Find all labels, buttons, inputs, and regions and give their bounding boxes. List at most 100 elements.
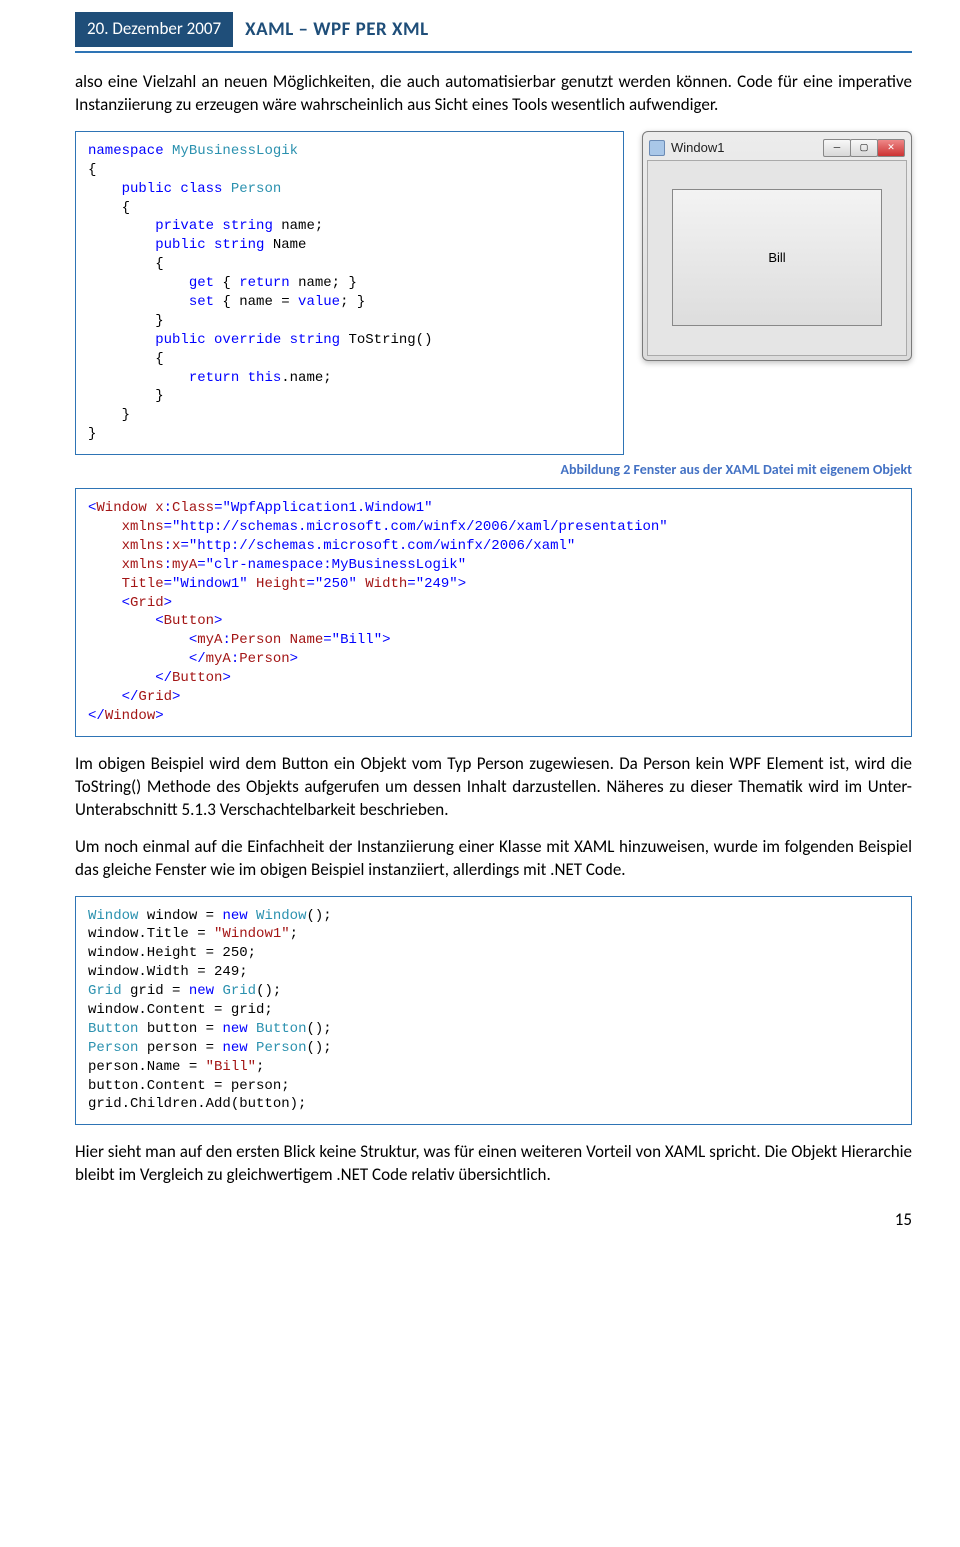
- t: >: [172, 689, 180, 705]
- t: xmlns: [88, 538, 164, 554]
- kw: override: [206, 332, 282, 348]
- t: ; }: [340, 294, 365, 310]
- t: myA: [172, 557, 197, 573]
- type: MyBusinessLogik: [164, 143, 298, 159]
- t: Button: [164, 613, 214, 629]
- t: ="clr-namespace:MyBusinessLogik": [197, 557, 466, 573]
- t: window.Content = grid;: [88, 1002, 273, 1018]
- t: Grid: [88, 983, 122, 999]
- t: ;: [256, 1059, 264, 1075]
- t: ="WpfApplication1.Window1": [214, 500, 432, 516]
- t: ="Bill">: [323, 632, 390, 648]
- close-button[interactable]: ✕: [877, 139, 905, 157]
- t: <: [88, 613, 164, 629]
- t: Grid: [214, 983, 256, 999]
- t: >: [222, 670, 230, 686]
- t: Window: [88, 908, 138, 924]
- paragraph-4: Hier sieht man auf den ersten Blick kein…: [75, 1141, 912, 1187]
- t: window.Width = 249;: [88, 964, 248, 980]
- maximize-button[interactable]: ▢: [850, 139, 878, 157]
- kw: namespace: [88, 143, 164, 159]
- t: Person: [248, 1040, 307, 1056]
- t: ="http://schemas.microsoft.com/winfx/200…: [180, 538, 575, 554]
- t: </: [88, 651, 206, 667]
- code-block-1: namespace MyBusinessLogik { public class…: [75, 131, 624, 455]
- bill-button[interactable]: Bill: [672, 189, 881, 326]
- window-titlebar: Window1 — ▢ ✕: [647, 136, 907, 160]
- window-buttons: — ▢ ✕: [824, 139, 905, 157]
- kw: class: [172, 181, 222, 197]
- t: Window: [248, 908, 307, 924]
- window-icon: [649, 140, 665, 156]
- t: grid =: [122, 983, 189, 999]
- t: ();: [306, 1021, 331, 1037]
- header-date: 20. Dezember 2007: [75, 12, 233, 47]
- kw: private: [88, 218, 214, 234]
- t: button.Content = person;: [88, 1078, 290, 1094]
- t: { name =: [214, 294, 298, 310]
- t: }: [88, 313, 164, 329]
- t: xmlns: [88, 519, 164, 535]
- t: person.Name =: [88, 1059, 206, 1075]
- t: Person: [239, 651, 289, 667]
- t: ();: [306, 1040, 331, 1056]
- t: }: [88, 388, 164, 404]
- kw: public: [88, 237, 206, 253]
- window-mockup: Window1 — ▢ ✕ Bill: [642, 131, 912, 361]
- t: window.Title =: [88, 926, 214, 942]
- t: ="250": [306, 576, 356, 592]
- type: Person: [222, 181, 281, 197]
- kw: this: [239, 370, 281, 386]
- t: {: [214, 275, 239, 291]
- minimize-button[interactable]: —: [823, 139, 851, 157]
- t: >: [155, 708, 163, 724]
- t: ;: [290, 926, 298, 942]
- kw: return: [88, 370, 239, 386]
- t: Button: [88, 1021, 138, 1037]
- t: "Bill": [206, 1059, 256, 1075]
- t: Person: [88, 1040, 138, 1056]
- t: {: [88, 200, 130, 216]
- paragraph-1: also eine Vielzahl an neuen Möglichkeite…: [75, 71, 912, 117]
- t: .name;: [281, 370, 331, 386]
- kw: return: [239, 275, 289, 291]
- t: >: [290, 651, 298, 667]
- t: Grid: [130, 595, 164, 611]
- t: window.Height = 250;: [88, 945, 256, 961]
- t: <: [88, 595, 130, 611]
- t: new: [222, 1021, 247, 1037]
- t: Grid: [138, 689, 172, 705]
- t: Window: [96, 500, 146, 516]
- t: Name: [281, 632, 323, 648]
- t: window =: [138, 908, 222, 924]
- code-and-figure-row: namespace MyBusinessLogik { public class…: [75, 131, 912, 455]
- t: ="http://schemas.microsoft.com/winfx/200…: [164, 519, 668, 535]
- t: <: [88, 632, 197, 648]
- t: Width: [357, 576, 407, 592]
- kw: string: [281, 332, 340, 348]
- t: name;: [273, 218, 323, 234]
- t: ="Window1": [164, 576, 248, 592]
- code-block-3: Window window = new Window(); window.Tit…: [75, 896, 912, 1126]
- t: Window: [105, 708, 155, 724]
- paragraph-3: Um noch einmal auf die Einfachheit der I…: [75, 836, 912, 882]
- t: ="249">: [407, 576, 466, 592]
- t: }: [88, 407, 130, 423]
- t: >: [164, 595, 172, 611]
- t: {: [88, 162, 96, 178]
- t: xmlns: [88, 557, 164, 573]
- t: ();: [256, 983, 281, 999]
- t: name; }: [290, 275, 357, 291]
- t: ();: [306, 908, 331, 924]
- page-header: 20. Dezember 2007 XAML – WPF PER XML: [75, 12, 912, 47]
- code-block-2: <Window x:Class="WpfApplication1.Window1…: [75, 488, 912, 737]
- paragraph-2: Im obigen Beispiel wird dem Button ein O…: [75, 753, 912, 822]
- t: Class: [172, 500, 214, 516]
- t: </: [88, 670, 172, 686]
- t: grid.Children.Add(button);: [88, 1096, 306, 1112]
- t: }: [88, 426, 96, 442]
- t: myA: [206, 651, 231, 667]
- t: </: [88, 689, 138, 705]
- kw: get: [88, 275, 214, 291]
- kw: string: [214, 218, 273, 234]
